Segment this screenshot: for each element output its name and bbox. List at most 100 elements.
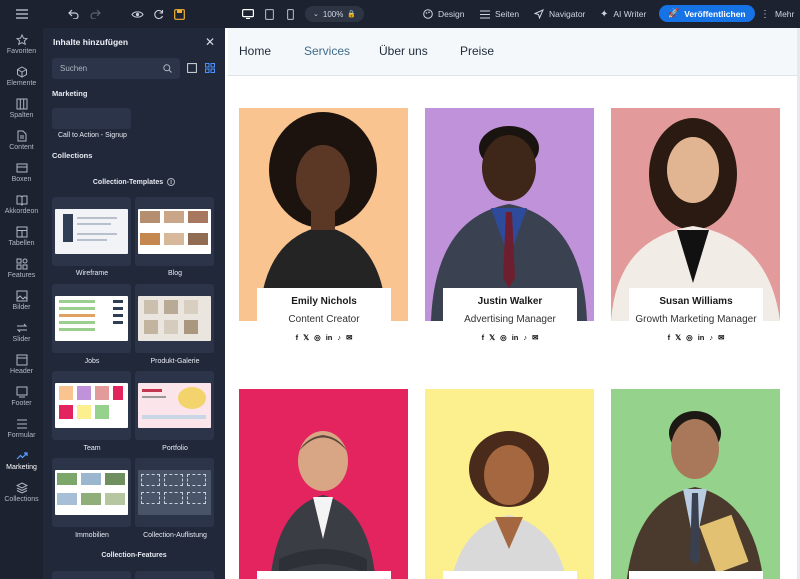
- rail-label: Tabellen: [8, 239, 35, 247]
- facebook-icon[interactable]: f: [296, 333, 299, 342]
- cta-signup-label: Call to Action - Signup: [58, 132, 127, 139]
- team-thumbnail: [55, 383, 128, 428]
- tiktok-icon[interactable]: ♪: [523, 333, 527, 342]
- templates-heading: Collection-Templates i: [43, 178, 225, 186]
- lock-icon[interactable]: 🔒: [347, 10, 356, 18]
- preview-eye-icon[interactable]: [130, 0, 144, 28]
- rail-item-marketing[interactable]: Marketing: [0, 444, 43, 476]
- rail-label: Footer: [11, 399, 32, 407]
- search-input[interactable]: Suchen: [52, 57, 181, 79]
- team-card-row2-1[interactable]: [239, 389, 408, 579]
- tiktok-icon[interactable]: ♪: [337, 333, 341, 342]
- team-card-justin[interactable]: Justin Walker Advertising Manager f 𝕏 ◎ …: [425, 108, 594, 348]
- rail-item-tabellen[interactable]: Tabellen: [0, 220, 43, 252]
- rail-label: Header: [10, 367, 33, 375]
- rail-item-slider[interactable]: Slider: [0, 316, 43, 348]
- hamburger-menu-icon[interactable]: [14, 0, 30, 28]
- linkedin-icon[interactable]: in: [512, 333, 519, 342]
- rail-item-bilder[interactable]: Bilder: [0, 284, 43, 316]
- person-info-box: Emily Nichols Content Creator f 𝕏 ◎ in ♪…: [257, 288, 391, 348]
- single-view-icon[interactable]: [186, 62, 198, 74]
- person-info-box: [443, 571, 577, 579]
- rail-item-akkordeon[interactable]: Akkordeon: [0, 188, 43, 220]
- rail-item-footer[interactable]: Footer: [0, 380, 43, 412]
- mobile-view-icon[interactable]: [285, 0, 295, 28]
- template-label: Wireframe: [75, 270, 109, 277]
- search-icon: [163, 63, 173, 73]
- instagram-icon[interactable]: ◎: [686, 333, 693, 342]
- feature-card[interactable]: [52, 571, 131, 579]
- rail-label: Features: [7, 271, 36, 279]
- template-card-portfolio[interactable]: [135, 371, 214, 440]
- template-card-immobilien[interactable]: [52, 458, 131, 527]
- rail-item-spalten[interactable]: Spalten: [0, 92, 43, 124]
- nav-link-preise[interactable]: Preise: [460, 44, 494, 58]
- navigator-button[interactable]: Navigator: [534, 0, 585, 28]
- nav-link-ueber-uns[interactable]: Über uns: [379, 44, 428, 58]
- document-icon: [17, 130, 26, 141]
- top-toolbar: ⌄ 100% 🔒 Design Seiten Navigator ✦ AI Wr…: [0, 0, 800, 28]
- nav-link-home[interactable]: Home: [239, 44, 271, 58]
- rail-label: Collections: [4, 495, 39, 503]
- twitter-icon[interactable]: 𝕏: [489, 333, 495, 342]
- template-card-blog[interactable]: [135, 197, 214, 266]
- navigator-label: Navigator: [549, 9, 586, 19]
- rail-item-formular[interactable]: Formular: [0, 412, 43, 444]
- email-icon[interactable]: ✉: [346, 333, 352, 342]
- email-icon[interactable]: ✉: [718, 333, 724, 342]
- publish-label: Veröffentlichen: [684, 8, 746, 19]
- ai-writer-button[interactable]: ✦ AI Writer: [600, 0, 646, 28]
- twitter-icon[interactable]: 𝕏: [675, 333, 681, 342]
- zoom-selector[interactable]: ⌄ 100% 🔒: [305, 6, 365, 22]
- template-card-collection-auflistung[interactable]: [135, 458, 214, 527]
- feature-card[interactable]: [135, 571, 214, 579]
- tablet-view-icon[interactable]: [263, 0, 275, 28]
- undo-icon[interactable]: [66, 0, 80, 28]
- footer-layout-icon: [16, 386, 27, 397]
- person-photo: [611, 389, 780, 579]
- template-card-wireframe[interactable]: [52, 197, 131, 266]
- facebook-icon[interactable]: f: [668, 333, 671, 342]
- rail-item-content[interactable]: Content: [0, 124, 43, 156]
- design-label: Design: [438, 9, 465, 19]
- more-button[interactable]: ⋮ Mehr: [760, 0, 794, 28]
- team-card-emily[interactable]: Emily Nichols Content Creator f 𝕏 ◎ in ♪…: [239, 108, 408, 348]
- jobs-thumbnail: [55, 296, 128, 341]
- instagram-icon[interactable]: ◎: [314, 333, 321, 342]
- rail-item-features[interactable]: Features: [0, 252, 43, 284]
- redo-icon[interactable]: [88, 0, 102, 28]
- rail-item-elemente[interactable]: Elemente: [0, 60, 43, 92]
- panel-title: Inhalte hinzufügen: [53, 37, 129, 47]
- pages-button[interactable]: Seiten: [480, 0, 519, 28]
- template-card-produkt-galerie[interactable]: [135, 284, 214, 353]
- linkedin-icon[interactable]: in: [698, 333, 705, 342]
- rail-label: Marketing: [6, 463, 37, 471]
- twitter-icon[interactable]: 𝕏: [303, 333, 309, 342]
- rail-item-collections[interactable]: Collections: [0, 476, 43, 508]
- publish-button[interactable]: 🚀 Veröffentlichen: [659, 5, 755, 22]
- grid-view-icon[interactable]: [204, 62, 216, 74]
- desktop-view-icon[interactable]: [241, 0, 255, 28]
- cta-signup-card[interactable]: [52, 108, 131, 129]
- team-card-row2-2[interactable]: [425, 389, 594, 579]
- design-button[interactable]: Design: [423, 0, 464, 28]
- info-icon[interactable]: i: [167, 178, 176, 186]
- linkedin-icon[interactable]: in: [326, 333, 333, 342]
- rail-item-favoriten[interactable]: Favoriten: [0, 28, 43, 60]
- rail-item-header[interactable]: Header: [0, 348, 43, 380]
- email-icon[interactable]: ✉: [532, 333, 538, 342]
- instagram-icon[interactable]: ◎: [500, 333, 507, 342]
- book-icon: [16, 195, 27, 206]
- template-card-team[interactable]: [52, 371, 131, 440]
- save-icon[interactable]: [172, 0, 186, 28]
- nav-link-services[interactable]: Services: [304, 44, 350, 58]
- team-card-susan[interactable]: Susan Williams Growth Marketing Manager …: [611, 108, 780, 362]
- tiktok-icon[interactable]: ♪: [709, 333, 713, 342]
- template-card-jobs[interactable]: [52, 284, 131, 353]
- rail-item-boxen[interactable]: Boxen: [0, 156, 43, 188]
- close-icon[interactable]: ✕: [205, 35, 215, 49]
- team-card-row2-3[interactable]: [611, 389, 780, 579]
- facebook-icon[interactable]: f: [482, 333, 485, 342]
- refresh-icon[interactable]: [151, 0, 165, 28]
- swap-arrows-icon: [16, 323, 27, 332]
